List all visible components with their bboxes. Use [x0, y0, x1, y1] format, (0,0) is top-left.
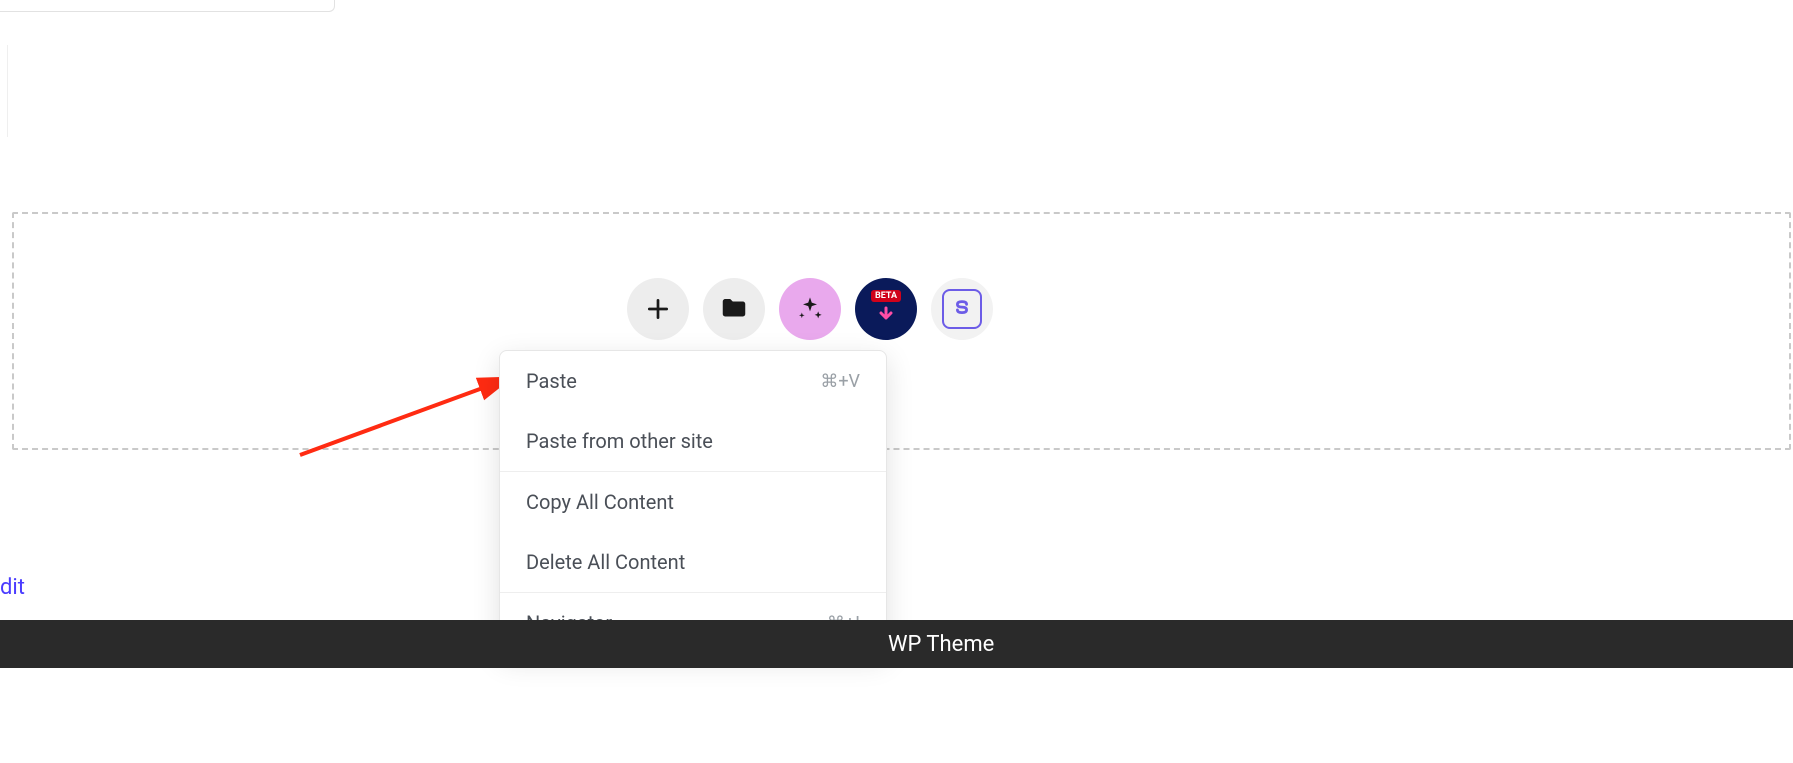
beta-badge: BETA: [871, 290, 901, 302]
menu-item-paste-from-site[interactable]: Paste from other site: [500, 411, 886, 471]
plus-icon: [645, 296, 671, 322]
menu-item-paste[interactable]: Paste ⌘+V: [500, 351, 886, 411]
s-plugin-button[interactable]: [931, 278, 993, 340]
add-element-button[interactable]: [627, 278, 689, 340]
download-icon: [874, 304, 898, 328]
ai-sparkle-button[interactable]: [779, 278, 841, 340]
add-section-toolbar: BETA: [627, 278, 993, 340]
left-panel-edge: [0, 45, 8, 137]
top-input-remnant: [0, 0, 335, 12]
menu-label: Copy All Content: [526, 490, 674, 514]
menu-item-delete-all[interactable]: Delete All Content: [500, 532, 886, 592]
edit-link-fragment[interactable]: dit: [0, 575, 25, 600]
footer-text: WP Theme: [888, 632, 994, 657]
menu-item-copy-all[interactable]: Copy All Content: [500, 472, 886, 532]
sparkle-icon: [796, 295, 824, 323]
menu-label: Paste from other site: [526, 429, 713, 453]
footer-bar: WP Theme: [0, 620, 1793, 668]
folder-icon: [719, 294, 749, 324]
beta-import-button[interactable]: BETA: [855, 278, 917, 340]
menu-label: Delete All Content: [526, 550, 685, 574]
context-menu: Paste ⌘+V Paste from other site Copy All…: [499, 350, 887, 654]
menu-label: Paste: [526, 369, 577, 393]
s-icon: [942, 289, 982, 329]
menu-shortcut: ⌘+V: [820, 371, 860, 392]
folder-button[interactable]: [703, 278, 765, 340]
